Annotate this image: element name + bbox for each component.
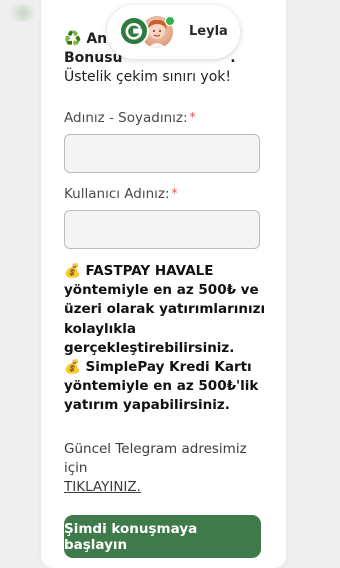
- online-status-indicator: [165, 16, 175, 26]
- payment-info: 💰 FASTPAY HAVALE yöntemiyle en az 500₺ v…: [64, 262, 269, 416]
- telegram-text: Güncel Telegram adresimiz için: [64, 441, 247, 476]
- fullname-label: Adınız - Soyadınız: *: [64, 110, 196, 126]
- intro-line1: An: [86, 31, 108, 47]
- pre-chat-form-card: ♻️ An Bonusu . Üstelik çekim sınırı yok!…: [41, 0, 286, 568]
- telegram-link[interactable]: TIKLAYINIZ.: [64, 479, 141, 495]
- intro-line3: Üstelik çekim sınırı yok!: [64, 69, 231, 85]
- brand-logo: [119, 16, 149, 46]
- g-logo-icon: [125, 23, 143, 40]
- money-bag-icon: 💰: [64, 263, 81, 279]
- simplepay-text: SimplePay Kredi Kartı yöntemiyle en az 5…: [64, 359, 259, 414]
- username-field[interactable]: [64, 210, 260, 249]
- required-mark: *: [171, 186, 178, 200]
- telegram-note: Güncel Telegram adresimiz için TIKLAYINI…: [64, 440, 274, 497]
- start-chat-button[interactable]: Şimdi konuşmaya başlayın: [64, 515, 261, 558]
- required-mark: *: [189, 110, 196, 124]
- background-blur: [10, 4, 36, 22]
- agent-name: Leyla: [189, 24, 228, 39]
- fastpay-text: FASTPAY HAVALE yöntemiyle en az 500₺ ve …: [64, 263, 266, 356]
- agent-header: Leyla: [107, 5, 240, 59]
- fullname-field[interactable]: [64, 134, 260, 173]
- username-label: Kullanıcı Adınız: *: [64, 186, 178, 202]
- recycle-icon: ♻️: [64, 31, 82, 47]
- intro-line2: Bonusu: [64, 50, 123, 66]
- money-bag-icon: 💰: [64, 359, 81, 376]
